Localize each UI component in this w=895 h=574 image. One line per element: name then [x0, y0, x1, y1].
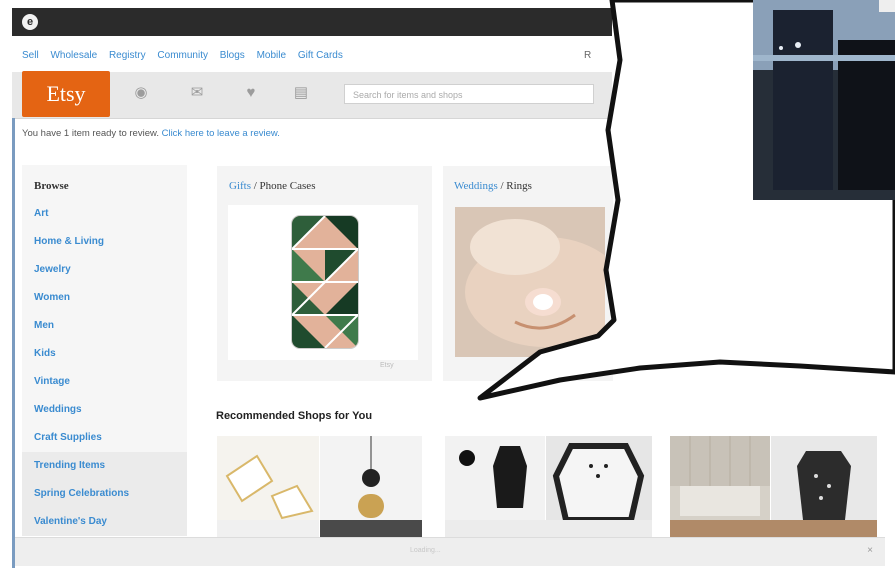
video-thumbnail-overlay: [753, 0, 895, 200]
